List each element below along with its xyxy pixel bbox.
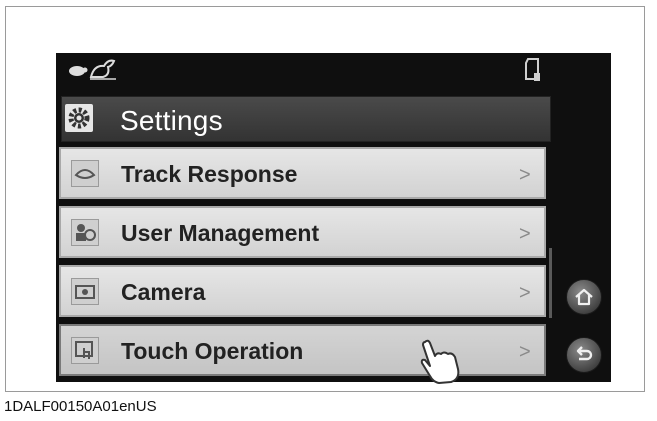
home-button[interactable]: [566, 279, 602, 315]
chevron-right-icon: >: [519, 223, 531, 245]
display-screen: Settings Track Response > User Managemen…: [56, 53, 611, 382]
scrollbar-thumb[interactable]: [549, 248, 552, 318]
touch-operation-icon: [71, 337, 99, 364]
hand-pointer-icon: [413, 336, 471, 391]
user-management-icon: [71, 219, 99, 246]
page-title: Settings: [120, 105, 223, 136]
rabbit-icon: [88, 57, 118, 86]
back-button[interactable]: [566, 337, 602, 373]
menu-item-camera[interactable]: Camera >: [59, 265, 546, 317]
status-bar: [56, 53, 611, 91]
camera-icon: [71, 278, 99, 305]
menu-item-label: Camera: [121, 279, 206, 305]
menu-item-user-management[interactable]: User Management >: [59, 206, 546, 258]
gear-icon: [65, 104, 93, 132]
menu-item-touch-operation[interactable]: Touch Operation >: [59, 324, 546, 376]
chevron-right-icon: >: [519, 282, 531, 304]
turtle-icon: [66, 63, 88, 81]
sd-card-icon: [524, 57, 542, 88]
figure-caption: 1DALF00150A01enUS: [4, 398, 157, 415]
title-bar: Settings: [61, 96, 551, 142]
scrollbar[interactable]: [549, 158, 553, 378]
menu-item-track-response[interactable]: Track Response >: [59, 147, 546, 199]
menu-item-label: Track Response: [121, 161, 298, 187]
menu-item-label: User Management: [121, 220, 320, 246]
menu-item-label: Touch Operation: [121, 338, 304, 364]
track-response-icon: [71, 160, 99, 187]
chevron-right-icon: >: [519, 164, 531, 186]
chevron-right-icon: >: [519, 341, 531, 363]
